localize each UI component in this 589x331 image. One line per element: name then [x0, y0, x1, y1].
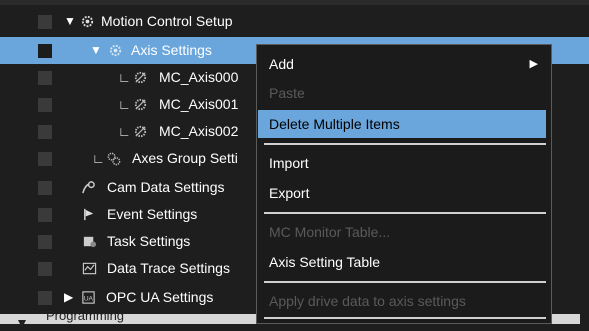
menu-separator — [264, 212, 546, 214]
tree-item-label: Axis Settings — [131, 42, 212, 58]
row-marker — [38, 208, 52, 222]
tree-item-label: Cam Data Settings — [107, 179, 225, 195]
row-marker — [38, 44, 52, 58]
row-marker — [38, 98, 52, 112]
menu-item-label: Paste — [269, 85, 305, 101]
tree-item-label: Event Settings — [107, 206, 198, 222]
cam-icon — [81, 180, 96, 195]
menu-item-label: MC Monitor Table... — [269, 224, 391, 240]
context-menu: Add ▶ Paste Delete Multiple Items Import… — [256, 44, 552, 324]
menu-item-paste: Paste — [258, 79, 546, 107]
collapse-down-icon[interactable] — [18, 315, 26, 328]
menu-separator — [264, 281, 546, 283]
menu-item-label: Export — [269, 185, 310, 201]
menu-item-label: Apply drive data to axis settings — [269, 293, 466, 309]
tree-item-label: Motion Control Setup — [101, 13, 233, 29]
menu-item-apply-drive-data: Apply drive data to axis settings — [258, 287, 546, 315]
tree-connector: ∟ — [118, 124, 131, 139]
row-marker — [38, 71, 52, 85]
menu-item-add[interactable]: Add ▶ — [258, 50, 546, 78]
tree-item-label: Programming — [46, 308, 125, 323]
expand-down-icon[interactable]: ▼ — [64, 14, 76, 28]
menu-item-delete-multiple-items[interactable]: Delete Multiple Items — [258, 110, 546, 138]
menu-item-label: Add — [269, 56, 294, 72]
gear-icon — [108, 43, 123, 58]
tree-item-label: OPC UA Settings — [106, 289, 214, 305]
menu-item-axis-setting-table[interactable]: Axis Setting Table — [258, 248, 546, 276]
menu-item-label: Axis Setting Table — [269, 254, 381, 270]
axis-icon — [133, 97, 148, 112]
gear-icon — [80, 14, 95, 29]
axis-icon — [133, 124, 148, 139]
task-icon — [82, 234, 97, 249]
axes-group-icon — [106, 151, 121, 166]
menu-item-import[interactable]: Import — [258, 149, 546, 177]
tree-item-label: Task Settings — [107, 233, 191, 249]
tree-item-label: Axes Group Setti — [132, 150, 238, 166]
tree-connector: ∟ — [118, 70, 131, 85]
tree-item-motion-control-setup[interactable]: ▼ Motion Control Setup — [0, 8, 589, 35]
row-marker — [38, 152, 52, 166]
menu-item-export[interactable]: Export — [258, 179, 546, 207]
svg-text:UA: UA — [84, 295, 94, 302]
flag-icon — [82, 207, 97, 222]
tree-item-label: Data Trace Settings — [107, 260, 230, 276]
row-marker — [38, 291, 52, 305]
trace-icon — [82, 261, 97, 276]
menu-item-mc-monitor-table: MC Monitor Table... — [258, 218, 546, 246]
row-marker — [38, 235, 52, 249]
menu-item-label: Delete Multiple Items — [269, 116, 400, 132]
tree-connector: ∟ — [118, 97, 131, 112]
expand-down-icon[interactable]: ▼ — [90, 43, 102, 57]
tree-connector: ∟ — [92, 151, 105, 166]
row-marker — [38, 125, 52, 139]
expand-right-icon[interactable]: ▶ — [64, 290, 73, 304]
menu-item-label: Import — [269, 155, 309, 171]
menu-separator — [264, 317, 546, 319]
tree-item-label: MC_Axis001 — [159, 96, 239, 112]
row-marker — [38, 181, 52, 195]
tree-item-label: MC_Axis002 — [159, 123, 239, 139]
row-marker — [38, 15, 52, 29]
row-marker — [38, 262, 52, 276]
submenu-arrow-icon: ▶ — [529, 58, 538, 70]
axis-icon — [133, 70, 148, 85]
opcua-icon: UA — [81, 290, 96, 305]
tree-top-edge — [0, 0, 589, 5]
tree-item-label: MC_Axis000 — [159, 69, 239, 85]
menu-separator — [264, 143, 546, 145]
